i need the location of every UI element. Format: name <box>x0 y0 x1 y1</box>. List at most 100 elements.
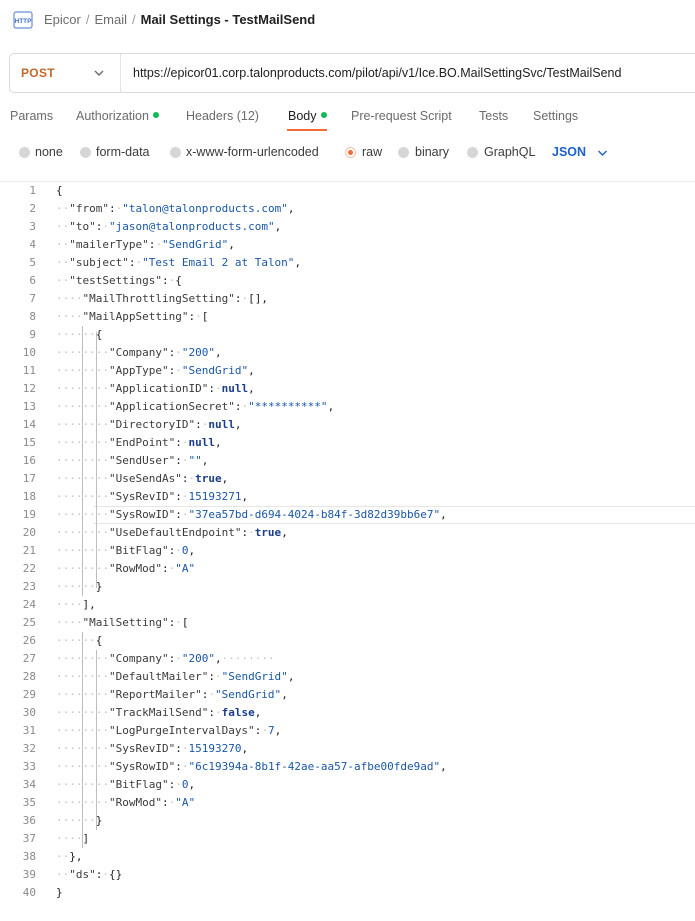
body-type-none-label[interactable]: none <box>35 145 63 159</box>
code-text: ········"RowMod":·"A" <box>56 562 196 575</box>
code-line: 23 ······} <box>0 578 695 596</box>
line-number: 36 <box>22 814 36 827</box>
line-number: 22 <box>22 562 36 575</box>
url-input[interactable]: https://epicor01.corp.talonproducts.com/… <box>133 66 621 80</box>
code-text: ········"ReportMailer":·"SendGrid", <box>56 688 288 701</box>
code-text: ······} <box>56 814 103 827</box>
line-number: 6 <box>29 274 36 287</box>
header: HTTP Epicor / Email / Mail Settings - TestMa… <box>0 0 695 42</box>
chevron-down-icon[interactable] <box>597 149 608 157</box>
code-text: ········"AppType":·"SendGrid", <box>56 364 255 377</box>
line-number: 21 <box>22 544 36 557</box>
radio-raw[interactable] <box>345 147 356 158</box>
line-number: 23 <box>22 580 36 593</box>
code-text: ········"TrackMailSend":·false, <box>56 706 262 719</box>
code-line: 16 ········"SendUser":·"", <box>0 452 695 470</box>
line-number: 40 <box>22 886 36 899</box>
code-line: 28 ········"DefaultMailer":·"SendGrid", <box>0 668 695 686</box>
format-select[interactable]: JSON <box>552 145 586 159</box>
tab-tests[interactable]: Tests <box>479 109 508 123</box>
line-number: 16 <box>22 454 36 467</box>
line-number: 34 <box>22 778 36 791</box>
code-text: ········"SysRevID":·15193270, <box>56 742 249 755</box>
code-text: ······{ <box>56 634 103 647</box>
code-line: 30 ········"TrackMailSend":·false, <box>0 704 695 722</box>
code-text: ········"RowMod":·"A" <box>56 796 196 809</box>
code-line: 36 ······} <box>0 812 695 830</box>
breadcrumb-email[interactable]: Email <box>94 12 127 27</box>
line-number: 13 <box>22 400 36 413</box>
tab-pre-request-script[interactable]: Pre-request Script <box>351 109 452 123</box>
code-line: 37 ····] <box>0 830 695 848</box>
tab-headers[interactable]: Headers (12) <box>186 109 259 123</box>
line-number: 30 <box>22 706 36 719</box>
code-text: ········"DirectoryID":·null, <box>56 418 242 431</box>
code-line: 4 ··"mailerType":·"SendGrid", <box>0 236 695 254</box>
code-text: ··"testSettings":·{ <box>56 274 182 287</box>
code-editor[interactable]: 1{2 ··"from":·"talon@talonproducts.com", 3… <box>0 182 695 912</box>
code-line: 2 ··"from":·"talon@talonproducts.com", <box>0 200 695 218</box>
line-number: 29 <box>22 688 36 701</box>
tab-settings[interactable]: Settings <box>533 109 578 123</box>
code-line: 33 ········"SysRowID":·"6c19394a-8b1f-42a… <box>0 758 695 776</box>
code-line: 1{ <box>0 182 695 200</box>
code-text: ········"BitFlag":·0, <box>56 544 196 557</box>
body-type-urlencoded-label[interactable]: x-www-form-urlencoded <box>186 145 319 159</box>
line-number: 25 <box>22 616 36 629</box>
line-number: 24 <box>22 598 36 611</box>
code-line: 11 ········"AppType":·"SendGrid", <box>0 362 695 380</box>
code-text: ····"MailSetting":·[ <box>56 616 189 629</box>
radio-form-data[interactable] <box>80 147 91 158</box>
line-number: 10 <box>22 346 36 359</box>
code-line: 22 ········"RowMod":·"A" <box>0 560 695 578</box>
active-tab-indicator <box>287 129 327 131</box>
chevron-down-icon <box>94 70 104 76</box>
line-number: 8 <box>29 310 36 323</box>
body-type-form-data-label[interactable]: form-data <box>96 145 150 159</box>
radio-graphql[interactable] <box>467 147 478 158</box>
code-line: 26 ······{ <box>0 632 695 650</box>
code-text: ····"MailThrottlingSetting":·[], <box>56 292 268 305</box>
request-title[interactable]: Mail Settings - TestMailSend <box>141 12 316 27</box>
code-text: ········"LogPurgeIntervalDays":·7, <box>56 724 282 737</box>
body-type-raw-label[interactable]: raw <box>362 145 382 159</box>
line-number: 26 <box>22 634 36 647</box>
radio-binary[interactable] <box>398 147 409 158</box>
body-type-graphql-label[interactable]: GraphQL <box>484 145 535 159</box>
line-number: 5 <box>29 256 36 269</box>
line-number: 2 <box>29 202 36 215</box>
code-line: 14 ········"DirectoryID":·null, <box>0 416 695 434</box>
code-text: ········"DefaultMailer":·"SendGrid", <box>56 670 295 683</box>
line-number: 12 <box>22 382 36 395</box>
line-number: 19 <box>22 508 36 521</box>
code-text: ········"UseDefaultEndpoint":·true, <box>56 526 288 539</box>
line-number: 35 <box>22 796 36 809</box>
radio-x-www-form-urlencoded[interactable] <box>170 147 181 158</box>
method-select[interactable]: POST <box>10 54 121 92</box>
code-text: ········"EndPoint":·null, <box>56 436 222 449</box>
breadcrumb: Epicor / Email / Mail Settings - TestMailSen… <box>44 12 316 27</box>
line-number: 3 <box>29 220 36 233</box>
code-text: ········"ApplicationID":·null, <box>56 382 255 395</box>
radio-none[interactable] <box>19 147 30 158</box>
tab-params[interactable]: Params <box>10 109 53 123</box>
code-text: ····], <box>56 598 96 611</box>
code-text: ········"Company":·"200",········ <box>56 652 275 665</box>
code-line: 27 ········"Company":·"200",········ <box>0 650 695 668</box>
code-line: 19 ········"SysRowID":·"37ea57bd-d694-402… <box>0 506 695 524</box>
code-line: 34 ········"BitFlag":·0, <box>0 776 695 794</box>
line-number: 31 <box>22 724 36 737</box>
code-line: 21 ········"BitFlag":·0, <box>0 542 695 560</box>
code-text: ····"MailAppSetting":·[ <box>56 310 209 323</box>
tab-authorization[interactable]: Authorization <box>76 109 159 123</box>
code-line: 5 ··"subject":·"Test Email 2 at Talon", <box>0 254 695 272</box>
tab-body[interactable]: Body <box>288 109 327 123</box>
line-number: 7 <box>29 292 36 305</box>
code-line: 3 ··"to":·"jason@talonproducts.com", <box>0 218 695 236</box>
code-text: ··"to":·"jason@talonproducts.com", <box>56 220 282 233</box>
code-text: ········"SysRevID":·15193271, <box>56 490 249 503</box>
breadcrumb-epicor[interactable]: Epicor <box>44 12 81 27</box>
code-line: 10 ········"Company":·"200", <box>0 344 695 362</box>
body-type-binary-label[interactable]: binary <box>415 145 449 159</box>
method-label: POST <box>21 66 55 80</box>
